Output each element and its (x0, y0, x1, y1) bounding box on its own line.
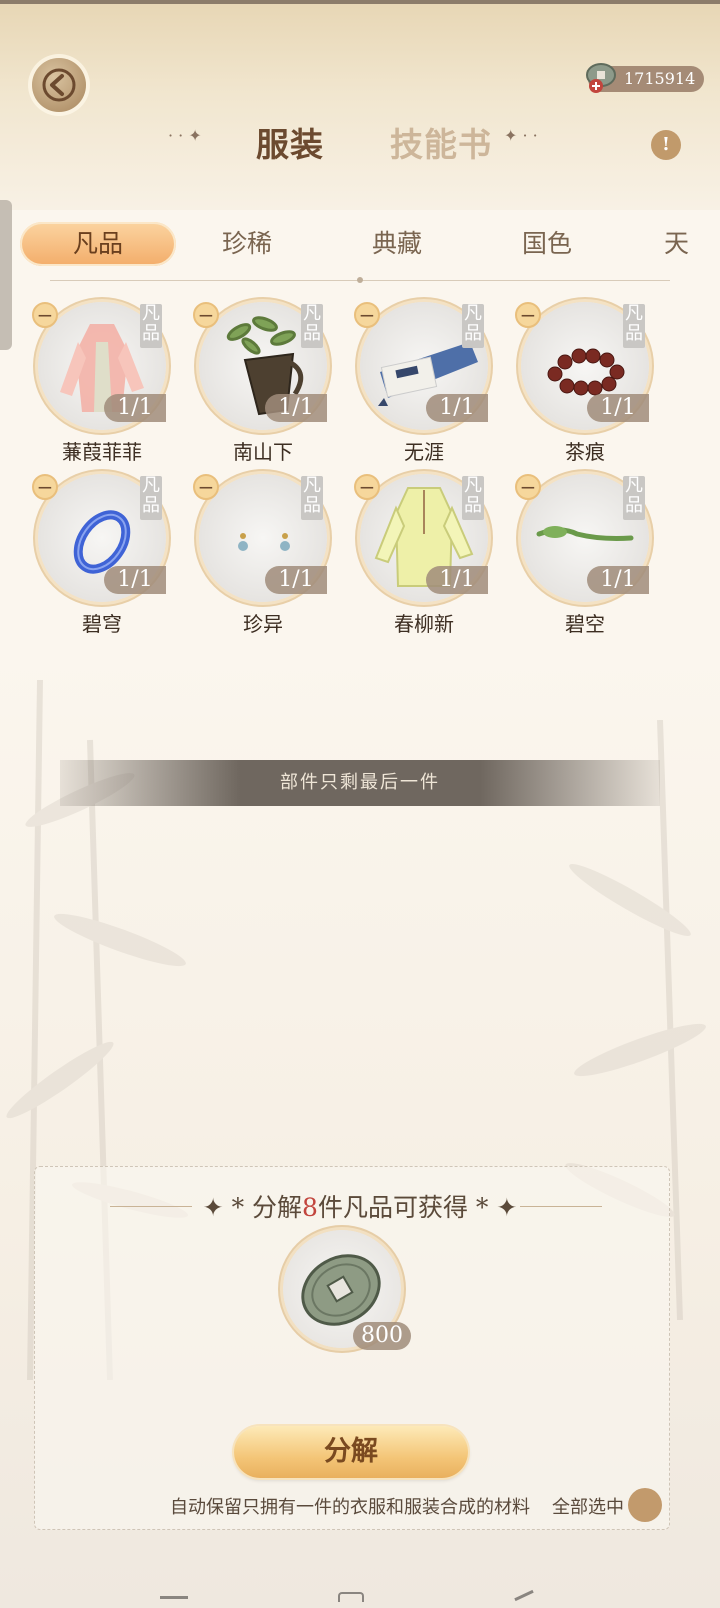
title-suffix: 件凡品可获得 (317, 1193, 468, 1222)
item-name: 珍异 (243, 612, 283, 636)
item-card[interactable]: − 凡品 1/1 蒹葭菲菲 (32, 302, 172, 464)
title-prefix: 分解 (252, 1193, 303, 1222)
decompose-button[interactable]: 分解 (234, 1426, 468, 1478)
item-count-badge: 1/1 (426, 394, 488, 422)
rarity-tabs: 凡品 珍稀 典藏 国色 天 (0, 222, 720, 266)
deselect-minus-button[interactable]: − (354, 302, 380, 328)
system-navigation-bar (0, 1560, 720, 1608)
deselect-minus-button[interactable]: − (32, 474, 58, 500)
item-card[interactable]: − 凡品 1/1 碧穹 (32, 474, 172, 636)
last-item-notice: 部件只剩最后一件 (60, 760, 660, 806)
grade-tag: 凡品 (301, 304, 323, 348)
item-card[interactable]: − 凡品 1/1 茶痕 (515, 302, 655, 464)
item-name: 碧空 (565, 612, 605, 636)
item-name: 南山下 (233, 440, 293, 464)
back-button[interactable] (32, 58, 86, 112)
coin-plus-icon[interactable] (584, 60, 618, 94)
item-count-badge: 1/1 (104, 394, 166, 422)
rarity-tab-common[interactable]: 凡品 (20, 222, 176, 266)
deselect-minus-button[interactable]: − (32, 302, 58, 328)
item-card[interactable]: − 凡品 1/1 珍异 (193, 474, 333, 636)
item-card[interactable]: − 凡品 1/1 南山下 (193, 302, 333, 464)
recent-apps-icon[interactable] (160, 1596, 188, 1599)
deselect-minus-button[interactable]: − (354, 474, 380, 500)
item-name: 碧穹 (82, 612, 122, 636)
item-name: 茶痕 (565, 440, 605, 464)
item-name: 无涯 (404, 440, 444, 464)
reward-count-badge: 800 (353, 1322, 411, 1350)
sparkle-decoration-icon: · · ✦ (168, 126, 202, 145)
item-name: 蒹葭菲菲 (62, 440, 142, 464)
select-all-toggle[interactable] (628, 1488, 662, 1522)
rarity-tab-rare[interactable]: 珍稀 (200, 222, 294, 266)
tab-divider-dot (357, 277, 363, 283)
currency-value: 1715914 (624, 69, 696, 88)
grade-tag: 凡品 (462, 304, 484, 348)
deselect-minus-button[interactable]: − (193, 302, 219, 328)
item-count-badge: 1/1 (265, 566, 327, 594)
home-icon[interactable] (338, 1592, 364, 1602)
decompose-title: ✦ * 分解8件凡品可获得 * ✦ (0, 1188, 720, 1224)
grade-tag: 凡品 (623, 476, 645, 520)
select-all-label[interactable]: 全部选中 (552, 1493, 624, 1519)
deselect-minus-button[interactable]: − (193, 474, 219, 500)
sparkle-decoration-icon: ✦ · · (504, 126, 538, 145)
category-tabs: · · ✦ 服装 技能书 ✦ · · (0, 118, 720, 168)
rarity-tab-collection[interactable]: 典藏 (350, 222, 444, 266)
sparkle-decoration-icon: * ✦ (475, 1193, 518, 1222)
grade-tag: 凡品 (462, 476, 484, 520)
item-card[interactable]: − 凡品 1/1 春柳新 (354, 474, 494, 636)
tab-skill-books[interactable]: 技能书 (390, 118, 492, 166)
back-arrow-icon (42, 68, 76, 102)
auto-keep-note: 自动保留只拥有一件的衣服和服装合成的材料 (170, 1497, 530, 1518)
item-count-badge: 1/1 (104, 566, 166, 594)
grade-tag: 凡品 (140, 476, 162, 520)
grade-tag: 凡品 (140, 304, 162, 348)
item-count-badge: 1/1 (426, 566, 488, 594)
item-card[interactable]: − 凡品 1/1 碧空 (515, 474, 655, 636)
back-nav-icon[interactable] (514, 1589, 534, 1602)
header-background (0, 0, 720, 210)
rarity-tab-national[interactable]: 国色 (500, 222, 594, 266)
item-count-badge: 1/1 (587, 394, 649, 422)
item-count-badge: 1/1 (265, 394, 327, 422)
item-name: 春柳新 (394, 612, 454, 636)
item-count-badge: 1/1 (587, 566, 649, 594)
deselect-minus-button[interactable]: − (515, 302, 541, 328)
grade-tag: 凡品 (301, 476, 323, 520)
status-strip (0, 0, 720, 4)
rarity-tab-heavenly[interactable]: 天 (664, 222, 720, 266)
grade-tag: 凡品 (623, 304, 645, 348)
title-number: 8 (302, 1193, 318, 1222)
deselect-minus-button[interactable]: − (515, 474, 541, 500)
item-card[interactable]: − 凡品 1/1 无涯 (354, 302, 494, 464)
tab-clothing[interactable]: 服装 (256, 118, 324, 166)
sparkle-decoration-icon: ✦ * (202, 1193, 245, 1222)
